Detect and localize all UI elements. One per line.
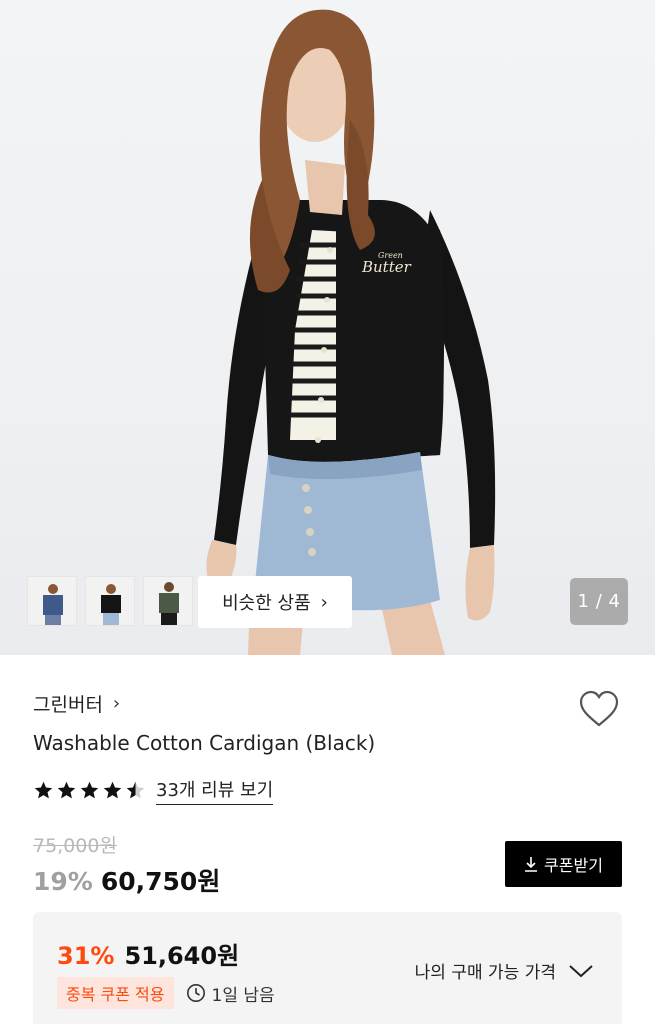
product-photo: Butter Green xyxy=(206,9,496,655)
svg-text:Green: Green xyxy=(378,251,403,260)
my-price-tags: 중복 쿠폰 적용 1일 남음 xyxy=(57,977,275,1009)
review-link[interactable]: 33개 리뷰 보기 xyxy=(156,776,274,805)
time-left-label: 1일 남음 xyxy=(211,985,275,1006)
my-price-row: 31% 51,640원 xyxy=(57,936,239,971)
rating-row: 33개 리뷰 보기 xyxy=(33,776,274,805)
similar-products-button[interactable]: 비슷한 상품 › xyxy=(198,576,352,628)
my-price-amount: 51,640원 xyxy=(124,942,240,970)
star-full-icon xyxy=(103,781,122,799)
star-half-icon xyxy=(126,781,145,799)
similar-products-label: 비슷한 상품 xyxy=(222,593,311,614)
my-price-panel[interactable]: 31% 51,640원 중복 쿠폰 적용 1일 남음 나의 구매 가능 가격 xyxy=(33,912,622,1024)
my-discount-rate: 31% xyxy=(57,942,115,970)
download-icon xyxy=(525,857,538,872)
brand-link[interactable]: 그린버터 › xyxy=(33,690,120,717)
stacked-coupon-badge: 중복 쿠폰 적용 xyxy=(57,977,174,1009)
my-price-label: 나의 구매 가능 가격 xyxy=(414,963,556,983)
chevron-right-icon: › xyxy=(320,591,328,613)
svg-text:Butter: Butter xyxy=(361,258,412,276)
get-coupon-label: 쿠폰받기 xyxy=(544,856,603,875)
brand-name: 그린버터 xyxy=(33,694,103,716)
product-image-gallery[interactable]: Butter Green 비슷한 상품 › 1 / 4 xyxy=(0,0,655,655)
get-coupon-button[interactable]: 쿠폰받기 xyxy=(505,841,622,887)
star-full-icon xyxy=(80,781,99,799)
thumb-black-cardigan[interactable] xyxy=(85,576,135,626)
my-price-toggle[interactable]: 나의 구매 가능 가격 xyxy=(415,958,594,983)
heart-icon[interactable] xyxy=(578,690,620,728)
original-price: 75,000원 xyxy=(33,835,117,857)
image-pager: 1 / 4 xyxy=(570,578,628,625)
star-full-icon xyxy=(57,781,76,799)
time-left: 1일 남음 xyxy=(186,981,275,1006)
price-row: 19% 60,750원 xyxy=(33,862,220,898)
sale-price: 60,750원 xyxy=(100,867,221,896)
chevron-right-icon: › xyxy=(112,693,121,714)
thumbnail-strip xyxy=(27,576,193,626)
clock-icon xyxy=(186,984,205,1002)
star-rating xyxy=(33,780,146,801)
chevron-down-icon xyxy=(569,964,593,977)
star-full-icon xyxy=(34,781,53,799)
product-title: Washable Cotton Cardigan (Black) xyxy=(33,731,376,755)
thumb-green-cardigan[interactable] xyxy=(143,576,193,626)
discount-rate: 19% xyxy=(33,867,93,896)
thumb-blue-cardigan[interactable] xyxy=(27,576,77,626)
